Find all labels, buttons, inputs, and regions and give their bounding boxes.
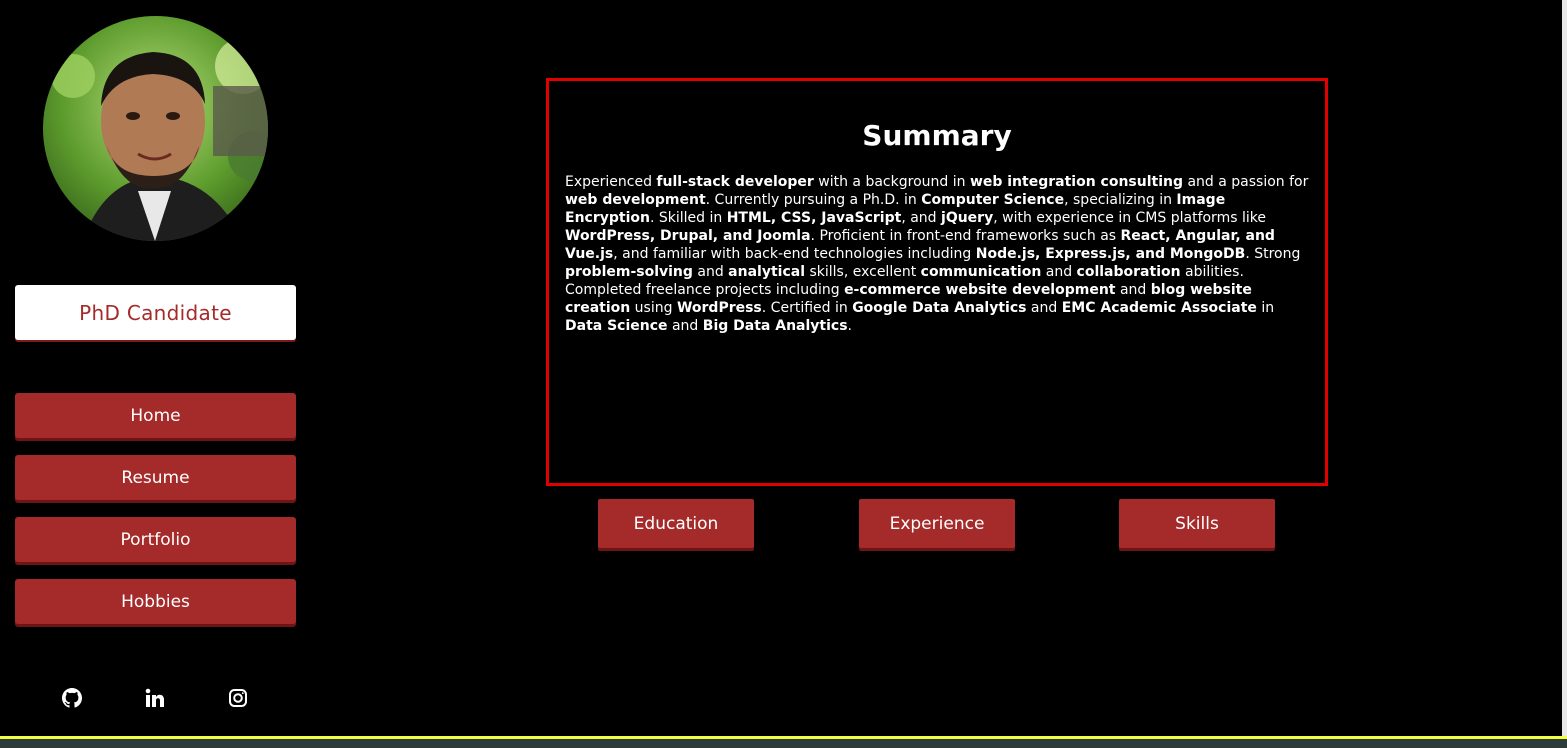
summary-segment: and: [1041, 264, 1077, 280]
summary-highlight: Node.js, Express.js, and MongoDB: [975, 246, 1246, 262]
summary-highlight: e-commerce website development: [844, 282, 1116, 298]
summary-highlight: problem-solving: [565, 264, 693, 280]
sidebar: PhD Candidate Home Resume Portfolio Hobb…: [0, 0, 310, 736]
summary-segment: , and: [901, 210, 942, 226]
summary-segment: skills, excellent: [805, 264, 921, 280]
summary-segment: . Currently pursuing a Ph.D. in: [705, 192, 922, 208]
summary-segment: in: [1256, 300, 1275, 316]
tab-education-button[interactable]: Education: [598, 499, 754, 548]
summary-segment: . Certified in: [761, 300, 853, 316]
tab-skills-button[interactable]: Skills: [1119, 499, 1275, 548]
nav-resume-button[interactable]: Resume: [15, 455, 296, 500]
summary-highlight: Google Data Analytics: [852, 300, 1027, 316]
summary-highlight: web integration consulting: [969, 174, 1183, 190]
summary-highlight: WordPress, Drupal, and Joomla: [565, 228, 811, 244]
summary-segment: , with experience in CMS platforms like: [993, 210, 1266, 226]
summary-segment: Experienced: [565, 174, 657, 190]
summary-highlight: web development: [565, 192, 706, 208]
avatar: [43, 16, 268, 241]
summary-segment: . Proficient in front-end frameworks suc…: [810, 228, 1121, 244]
summary-highlight: full-stack developer: [656, 174, 814, 190]
summary-highlight: analytical: [728, 264, 805, 280]
instagram-icon[interactable]: [226, 686, 250, 710]
taskbar-edge: [0, 736, 1567, 748]
summary-highlight: Data Science: [565, 318, 668, 334]
summary-card: Summary Experienced full-stack developer…: [546, 78, 1328, 486]
summary-text: Experienced full-stack developer with a …: [565, 173, 1309, 335]
summary-segment: . Skilled in: [649, 210, 727, 226]
summary-segment: and: [1026, 300, 1062, 316]
summary-segment: and: [1115, 282, 1151, 298]
summary-segment: , specializing in: [1064, 192, 1177, 208]
summary-segment: . Strong: [1245, 246, 1301, 262]
summary-segment: , and familiar with back-end technologie…: [613, 246, 976, 262]
summary-highlight: HTML, CSS, JavaScript: [726, 210, 902, 226]
linkedin-icon[interactable]: [143, 686, 167, 710]
summary-segment: and: [692, 264, 729, 280]
summary-title: Summary: [862, 119, 1012, 152]
nav-hobbies-button[interactable]: Hobbies: [15, 579, 296, 624]
page: PhD Candidate Home Resume Portfolio Hobb…: [0, 0, 1567, 748]
summary-highlight: communication: [920, 264, 1042, 280]
summary-segment: using: [630, 300, 677, 316]
summary-highlight: jQuery: [941, 210, 994, 226]
summary-segment: and: [667, 318, 703, 334]
summary-highlight: EMC Academic Associate: [1061, 300, 1257, 316]
summary-highlight: Computer Science: [921, 192, 1065, 208]
summary-highlight: Big Data Analytics: [702, 318, 848, 334]
avatar-photo: [43, 16, 268, 241]
summary-segment: .: [847, 318, 852, 334]
scrollbar[interactable]: [1562, 0, 1567, 736]
summary-segment: with a background in: [813, 174, 970, 190]
tab-experience-button[interactable]: Experience: [859, 499, 1015, 548]
nav-portfolio-button[interactable]: Portfolio: [15, 517, 296, 562]
nav-home-button[interactable]: Home: [15, 393, 296, 438]
summary-highlight: WordPress: [676, 300, 762, 316]
summary-segment: and a passion for: [1183, 174, 1309, 190]
github-icon[interactable]: [60, 686, 84, 710]
role-badge: PhD Candidate: [15, 285, 296, 340]
summary-highlight: collaboration: [1076, 264, 1181, 280]
